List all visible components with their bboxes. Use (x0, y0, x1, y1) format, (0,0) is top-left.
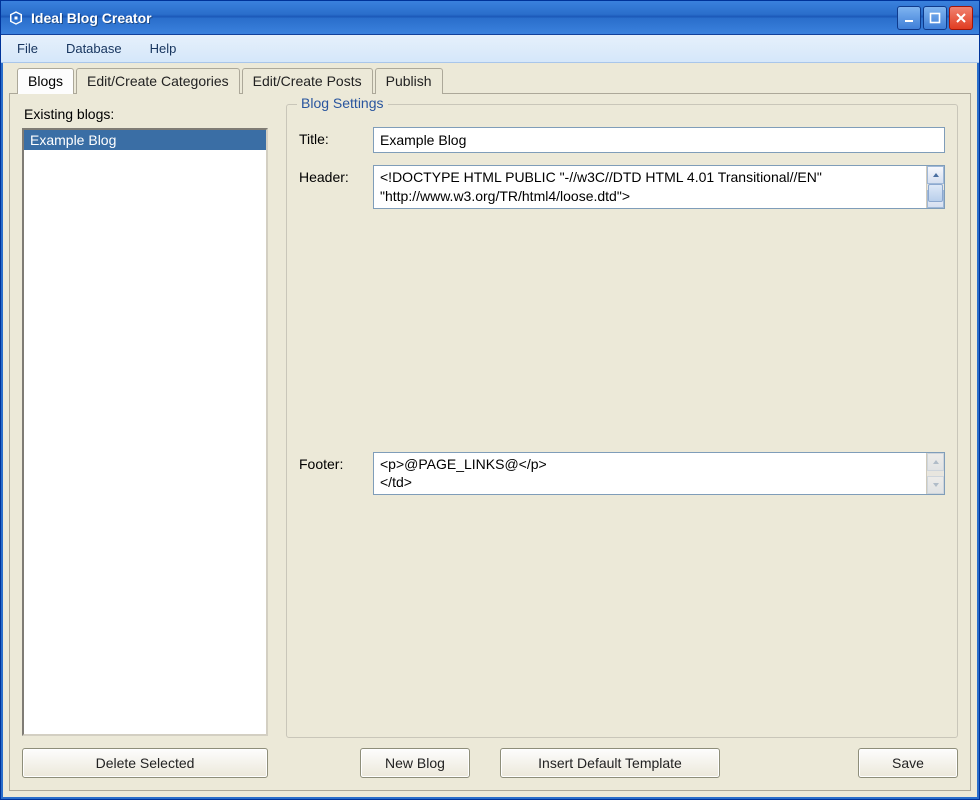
header-scrollbar[interactable] (926, 166, 944, 208)
footer-textarea[interactable] (374, 453, 926, 495)
settings-buttons: New Blog Insert Default Template Save (286, 748, 958, 778)
client-area: Blogs Edit/Create Categories Edit/Create… (1, 63, 979, 799)
row-footer: Footer: (299, 452, 945, 713)
tab-categories[interactable]: Edit/Create Categories (76, 68, 240, 94)
window-controls (897, 6, 973, 30)
close-button[interactable] (949, 6, 973, 30)
app-icon (7, 9, 25, 27)
header-textarea-wrap (373, 165, 945, 209)
left-column: Existing blogs: Example Blog Delete Sele… (22, 104, 268, 778)
delete-selected-button[interactable]: Delete Selected (22, 748, 268, 778)
footer-scrollbar[interactable] (926, 453, 944, 495)
footer-textarea-wrap (373, 452, 945, 496)
title-input[interactable] (373, 127, 945, 153)
menu-database[interactable]: Database (56, 38, 132, 59)
scroll-up-icon[interactable] (927, 453, 944, 471)
tab-blogs[interactable]: Blogs (17, 68, 74, 94)
footer-label: Footer: (299, 452, 361, 472)
scroll-up-icon[interactable] (927, 166, 944, 184)
blog-settings-fieldset: Blog Settings Title: Header: (286, 104, 958, 738)
maximize-button[interactable] (923, 6, 947, 30)
row-title: Title: (299, 127, 945, 153)
menu-bar: File Database Help (1, 35, 979, 63)
insert-default-template-button[interactable]: Insert Default Template (500, 748, 720, 778)
title-bar[interactable]: Ideal Blog Creator (1, 1, 979, 35)
fieldset-legend: Blog Settings (297, 95, 388, 111)
list-item[interactable]: Example Blog (24, 130, 266, 150)
scroll-thumb[interactable] (928, 184, 943, 202)
tab-body: Existing blogs: Example Blog Delete Sele… (9, 93, 971, 791)
tab-publish[interactable]: Publish (375, 68, 443, 94)
right-column: Blog Settings Title: Header: (286, 104, 958, 778)
minimize-button[interactable] (897, 6, 921, 30)
scroll-track[interactable] (927, 184, 944, 190)
window-title: Ideal Blog Creator (31, 10, 897, 26)
row-header: Header: (299, 165, 945, 440)
tab-strip: Blogs Edit/Create Categories Edit/Create… (9, 67, 971, 93)
menu-help[interactable]: Help (140, 38, 187, 59)
menu-file[interactable]: File (7, 38, 48, 59)
scroll-down-icon[interactable] (927, 476, 944, 494)
tab-posts[interactable]: Edit/Create Posts (242, 68, 373, 94)
save-button[interactable]: Save (858, 748, 958, 778)
new-blog-button[interactable]: New Blog (360, 748, 470, 778)
existing-blogs-list[interactable]: Example Blog (22, 128, 268, 736)
header-textarea[interactable] (374, 166, 926, 208)
header-label: Header: (299, 165, 361, 185)
app-window: Ideal Blog Creator File Database Help Bl… (0, 0, 980, 800)
existing-blogs-label: Existing blogs: (24, 106, 268, 122)
title-label: Title: (299, 127, 361, 147)
